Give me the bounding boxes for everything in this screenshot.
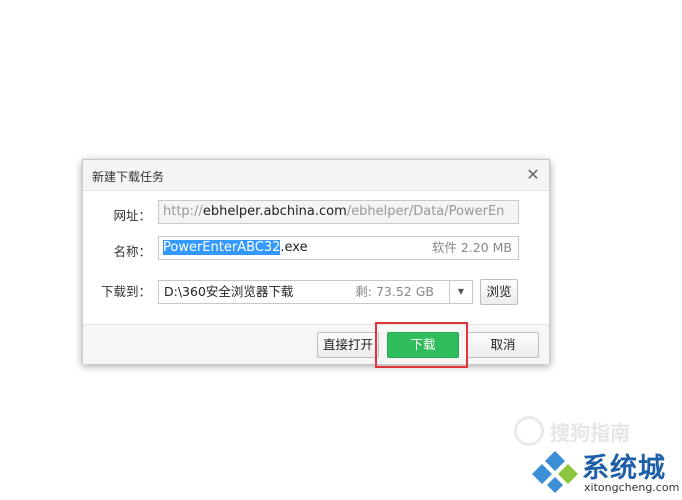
save-path-select[interactable]: D:\360安全浏览器下载 剩: 73.52 GB ▼ bbox=[158, 280, 473, 304]
url-text: http://ebhelper.abchina.com/ebhelper/Dat… bbox=[163, 201, 504, 223]
highlight-box bbox=[375, 322, 468, 368]
url-label: 网址： bbox=[113, 208, 151, 223]
new-download-dialog: 新建下载任务 ✕ 网址： http://ebhelper.abchina.com… bbox=[82, 159, 550, 364]
logo-text: 系统城 bbox=[582, 453, 666, 484]
free-space: 剩: 73.52 GB bbox=[355, 284, 434, 299]
xitongcheng-logo: 系统城 xitongcheng.com bbox=[528, 446, 682, 500]
save-to-label: 下载到： bbox=[100, 284, 151, 299]
url-field: http://ebhelper.abchina.com/ebhelper/Dat… bbox=[158, 200, 519, 224]
filename-extension: .exe bbox=[280, 240, 308, 255]
filename-input[interactable]: PowerEnterABC32.exe 软件 2.20 MB bbox=[158, 236, 519, 260]
sougou-watermark: 搜狗指南 bbox=[550, 421, 630, 445]
diamond-logo-icon bbox=[532, 451, 578, 493]
dialog-title: 新建下载任务 bbox=[92, 170, 165, 184]
chevron-down-icon[interactable]: ▼ bbox=[449, 281, 472, 303]
url-prefix: http:// bbox=[163, 204, 203, 219]
dialog-titlebar: 新建下载任务 ✕ bbox=[83, 160, 549, 191]
url-host: ebhelper.abchina.com bbox=[202, 204, 347, 219]
browse-button[interactable]: 浏览 bbox=[480, 279, 518, 305]
close-icon[interactable]: ✕ bbox=[523, 165, 543, 185]
save-path: D:\360安全浏览器下载 bbox=[164, 284, 294, 299]
sougou-logo-icon bbox=[514, 416, 544, 446]
open-directly-button[interactable]: 直接打开 bbox=[317, 332, 379, 358]
file-type-size: 软件 2.20 MB bbox=[431, 240, 512, 255]
url-rest: /ebhelper/Data/PowerEn bbox=[346, 204, 505, 219]
name-label: 名称： bbox=[113, 244, 151, 259]
logo-url: xitongcheng.com bbox=[584, 481, 680, 494]
filename-selection: PowerEnterABC32 bbox=[163, 240, 281, 255]
filename-text: PowerEnterABC32.exe bbox=[163, 237, 308, 259]
cancel-button[interactable]: 取消 bbox=[467, 332, 539, 358]
